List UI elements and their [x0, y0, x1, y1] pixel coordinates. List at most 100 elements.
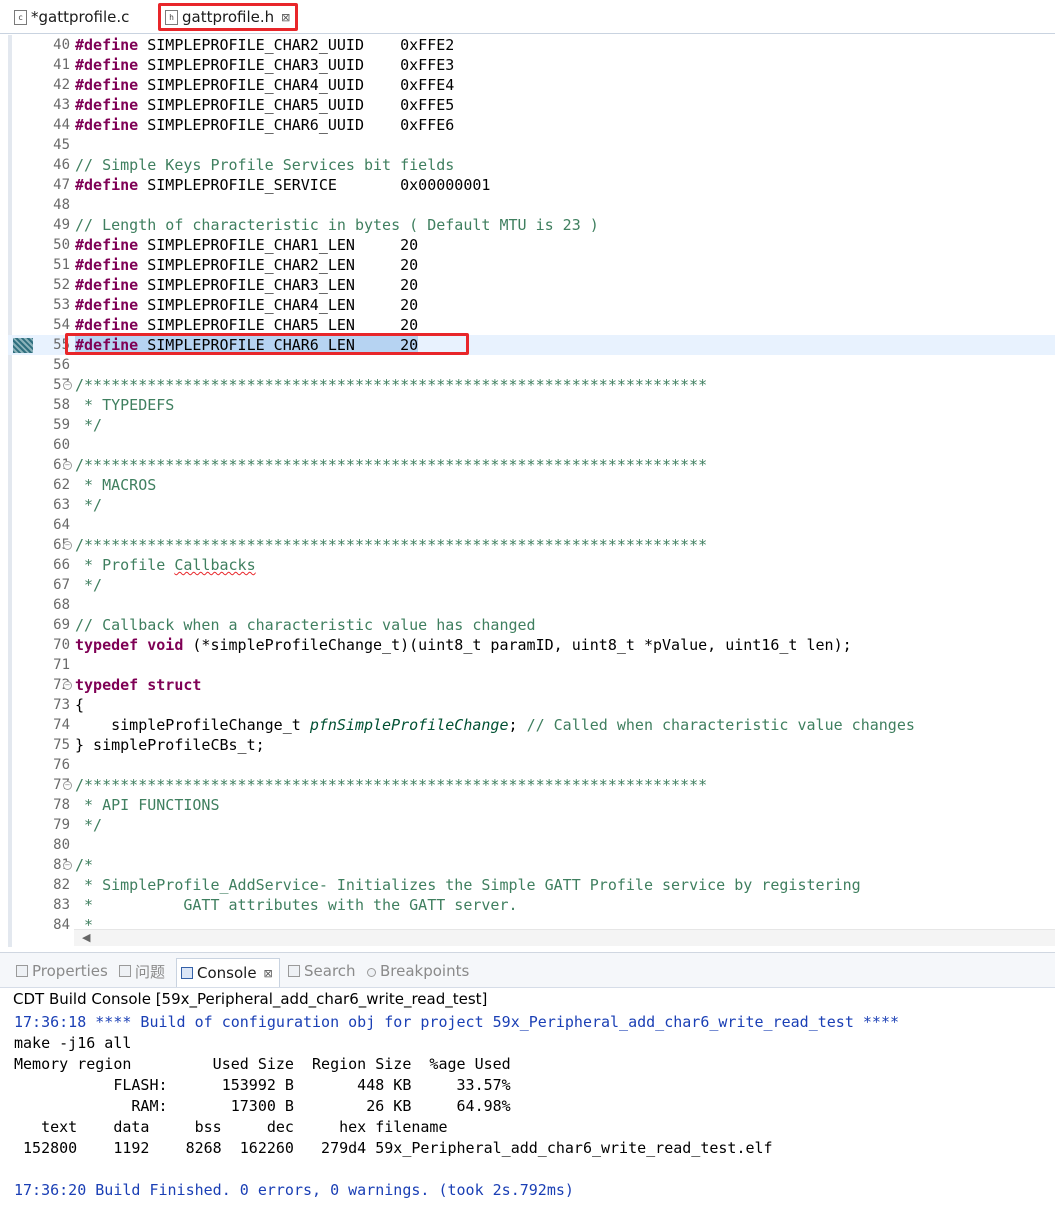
comment: * GATT attributes with the GATT server.	[75, 896, 518, 914]
code-line[interactable]: 77−/************************************…	[8, 775, 1055, 795]
fold-toggle-icon[interactable]: −	[63, 541, 72, 550]
code-line[interactable]: 76	[8, 755, 1055, 775]
code-text: simpleProfileChange_t pfnSimpleProfileCh…	[75, 715, 915, 735]
code-line[interactable]: 70 typedef void (*simpleProfileChange_t)(…	[8, 635, 1055, 655]
code-line[interactable]: 83 * GATT attributes with the GATT serve…	[8, 895, 1055, 915]
code-line[interactable]: 81−/*	[8, 855, 1055, 875]
code-line[interactable]: 53 #define SIMPLEPROFILE_CHAR4_LEN 20	[8, 295, 1055, 315]
fold-toggle-icon[interactable]: −	[63, 861, 72, 870]
breakpoints-icon	[367, 967, 376, 977]
code-line[interactable]: 69 // Callback when a characteristic valu…	[8, 615, 1055, 635]
comment: * SimpleProfile_AddService- Initializes …	[75, 876, 861, 894]
code-line[interactable]: 54 #define SIMPLEPROFILE_CHAR5_LEN 20	[8, 315, 1055, 335]
code-line[interactable]: 61−/************************************…	[8, 455, 1055, 475]
code-line[interactable]: 79 */	[8, 815, 1055, 835]
comment: // Length of characteristic in bytes ( D…	[75, 216, 599, 234]
line-number: 80	[53, 837, 70, 853]
line-number: 82	[53, 877, 70, 893]
code-line[interactable]: 51 #define SIMPLEPROFILE_CHAR2_LEN 20	[8, 255, 1055, 275]
code-line[interactable]: 41 #define SIMPLEPROFILE_CHAR3_UUID 0xFFE3	[8, 55, 1055, 75]
scroll-left-icon[interactable]: ◀	[82, 930, 90, 946]
code-line[interactable]: 58 * TYPEDEFS	[8, 395, 1055, 415]
fold-toggle-icon[interactable]: −	[63, 381, 72, 390]
macro-value: 20	[400, 276, 419, 294]
code-line[interactable]: 74 simpleProfileChange_t pfnSimpleProfil…	[8, 715, 1055, 735]
code-text: #define SIMPLEPROFILE_CHAR2_UUID 0xFFE2	[75, 35, 454, 55]
editor-tab-bar: c *gattprofile.c h gattprofile.h ⊠	[0, 0, 1055, 35]
code-line[interactable]: 47 #define SIMPLEPROFILE_SERVICE 0x0000000…	[8, 175, 1055, 195]
code-segment: {	[75, 696, 85, 714]
line-number: 41	[53, 57, 70, 73]
comment: /***************************************…	[75, 376, 708, 394]
tab-gattprofile-h[interactable]: h gattprofile.h ⊠	[158, 3, 298, 31]
code-line[interactable]: 66 * Profile Callbacks	[8, 555, 1055, 575]
console-line: 17:36:18 **** Build of configuration obj…	[14, 1013, 900, 1031]
code-line[interactable]: 67 */	[8, 575, 1055, 595]
line-number: 49	[53, 217, 70, 233]
fold-toggle-icon[interactable]: −	[63, 781, 72, 790]
line-number: 53	[53, 297, 70, 313]
code-line[interactable]: 48	[8, 195, 1055, 215]
comment: * MACROS	[75, 476, 157, 494]
code-line[interactable]: 56	[8, 355, 1055, 375]
code-line[interactable]: 82 * SimpleProfile_AddService- Initializ…	[8, 875, 1055, 895]
code-line[interactable]: 62 * MACROS	[8, 475, 1055, 495]
code-line[interactable]: 57−/************************************…	[8, 375, 1055, 395]
tab-properties[interactable]: Properties	[16, 959, 108, 983]
code-line[interactable]: 68	[8, 595, 1055, 615]
code-text: #define SIMPLEPROFILE_CHAR1_LEN 20	[75, 235, 418, 255]
macro-name: SIMPLEPROFILE_CHAR2_LEN	[147, 256, 355, 274]
code-text: #define SIMPLEPROFILE_CHAR4_LEN 20	[75, 295, 418, 315]
code-line[interactable]: 64	[8, 515, 1055, 535]
fold-toggle-icon[interactable]: −	[63, 461, 72, 470]
macro-name: SIMPLEPROFILE_CHAR1_LEN	[147, 236, 355, 254]
code-line[interactable]: 80	[8, 835, 1055, 855]
field-name: pfnSimpleProfileChange	[309, 716, 509, 734]
code-line[interactable]: 44 #define SIMPLEPROFILE_CHAR6_UUID 0xFFE6	[8, 115, 1055, 135]
code-line[interactable]: 42 #define SIMPLEPROFILE_CHAR4_UUID 0xFFE4	[8, 75, 1055, 95]
close-icon[interactable]: ⊠	[264, 967, 273, 980]
line-number: 54	[53, 317, 70, 333]
comment: /***************************************…	[75, 776, 708, 794]
tab-console[interactable]: Console ⊠	[176, 958, 280, 987]
code-text: #define SIMPLEPROFILE_CHAR3_UUID 0xFFE3	[75, 55, 454, 75]
tab-search[interactable]: Search	[288, 959, 356, 983]
code-line[interactable]: 65−/************************************…	[8, 535, 1055, 555]
code-line[interactable]: 52 #define SIMPLEPROFILE_CHAR3_LEN 20	[8, 275, 1055, 295]
code-line[interactable]: 72− typedef struct	[8, 675, 1055, 695]
macro-name: SIMPLEPROFILE_CHAR3_UUID	[147, 56, 364, 74]
code-line[interactable]: 63 */	[8, 495, 1055, 515]
code-line[interactable]: 46 // Simple Keys Profile Services bit fi…	[8, 155, 1055, 175]
fold-toggle-icon[interactable]: −	[63, 681, 72, 690]
tab-label: Console	[197, 964, 257, 982]
code-text: */	[75, 815, 102, 835]
tab-breakpoints[interactable]: Breakpoints	[367, 959, 469, 983]
code-text: #define SIMPLEPROFILE_CHAR5_UUID 0xFFE5	[75, 95, 454, 115]
keyword-define: #define	[75, 56, 139, 74]
code-line[interactable]: 71	[8, 655, 1055, 675]
code-line[interactable]: 49 // Length of characteristic in bytes (…	[8, 215, 1055, 235]
code-line[interactable]: 50 #define SIMPLEPROFILE_CHAR1_LEN 20	[8, 235, 1055, 255]
problems-icon	[119, 965, 131, 977]
macro-value: 20	[400, 256, 419, 274]
macro-name: SIMPLEPROFILE_CHAR4_LEN	[147, 296, 355, 314]
code-line[interactable]: 45	[8, 135, 1055, 155]
horizontal-scrollbar[interactable]: ◀	[74, 929, 1055, 946]
comment: /***************************************…	[75, 536, 708, 554]
code-line[interactable]: 78 * API FUNCTIONS	[8, 795, 1055, 815]
bookmark-marker-icon	[13, 338, 33, 353]
code-line[interactable]: 43 #define SIMPLEPROFILE_CHAR5_UUID 0xFFE5	[8, 95, 1055, 115]
code-line[interactable]: 60	[8, 435, 1055, 455]
code-line[interactable]: 59 */	[8, 415, 1055, 435]
code-line[interactable]: 73 {	[8, 695, 1055, 715]
code-line[interactable]: 40 #define SIMPLEPROFILE_CHAR2_UUID 0xFFE2	[8, 35, 1055, 55]
macro-value: 0xFFE5	[400, 96, 455, 114]
tab-problems[interactable]: 问题	[119, 959, 165, 983]
code-editor[interactable]: 40 #define SIMPLEPROFILE_CHAR2_UUID 0xFFE2…	[8, 35, 1055, 947]
code-line[interactable]: 75} simpleProfileCBs_t;	[8, 735, 1055, 755]
c-file-icon: c	[14, 9, 27, 25]
line-number: 52	[53, 277, 70, 293]
h-file-icon: h	[165, 9, 178, 25]
close-icon[interactable]: ⊠	[281, 11, 290, 24]
tab-gattprofile-c[interactable]: c *gattprofile.c	[14, 4, 129, 30]
